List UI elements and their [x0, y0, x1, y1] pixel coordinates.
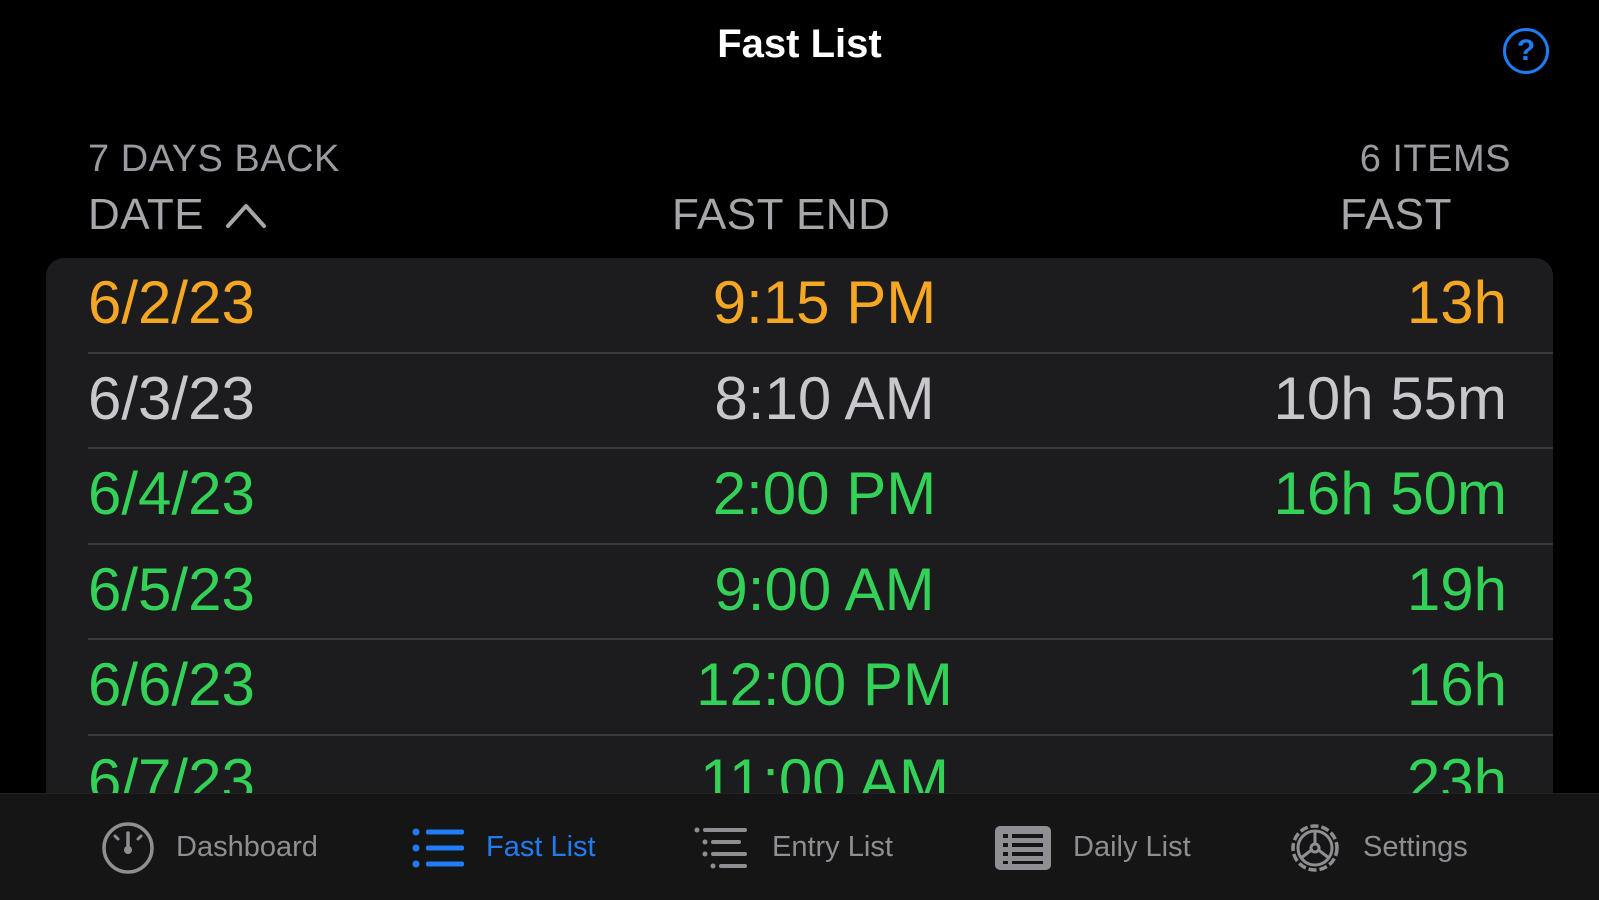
column-header-fast[interactable]: FAST: [1340, 190, 1452, 240]
tab-dashboard[interactable]: Dashboard: [100, 794, 318, 900]
row-fast-end: 11:00 AM: [699, 746, 950, 799]
row-fast-duration: 19h: [1406, 555, 1507, 623]
document-list-icon: [995, 825, 1051, 870]
tab-entry-list[interactable]: Entry List: [690, 794, 893, 900]
help-button[interactable]: ?: [1503, 28, 1549, 74]
tab-fast-list[interactable]: Fast List: [410, 794, 596, 900]
tab-daily-list[interactable]: Daily List: [993, 794, 1191, 900]
list-item[interactable]: 6/5/23 9:00 AM 19h: [46, 545, 1553, 641]
row-fast-duration: 16h 50m: [1273, 460, 1508, 527]
list-item[interactable]: 6/4/23 2:00 PM 16h 50m: [46, 449, 1553, 545]
question-mark-circle-icon: ?: [1516, 34, 1536, 67]
row-fast-end: 9:00 AM: [714, 555, 935, 623]
row-fast-duration: 13h: [1406, 269, 1507, 336]
column-header-date-label: DATE: [88, 190, 205, 239]
row-fast-end: 12:00 PM: [696, 651, 953, 718]
item-count: 6 ITEMS: [1359, 138, 1511, 180]
list-item[interactable]: 6/6/23 12:00 PM 16h: [46, 640, 1553, 736]
column-header-fast-end[interactable]: FAST END: [672, 190, 890, 240]
list-bullet-icon: [412, 828, 464, 867]
list-item[interactable]: 6/2/23 9:15 PM 13h: [46, 258, 1553, 354]
range-label: 7 DAYS BACK: [88, 138, 340, 180]
tab-bar: Dashboard Fast List Entry List Daily Lis…: [0, 793, 1599, 900]
gauge-icon: [102, 821, 154, 874]
list-indent-icon: [694, 827, 747, 868]
tab-label: Fast List: [486, 831, 596, 863]
list-item[interactable]: 6/3/23 8:10 AM 10h 55m: [46, 354, 1553, 450]
column-header-date[interactable]: DATE: [88, 190, 268, 240]
row-fast-duration: 23h: [1406, 746, 1507, 799]
tab-label: Entry List: [772, 831, 893, 863]
tab-settings[interactable]: Settings: [1287, 794, 1468, 900]
row-fast-duration: 16h: [1406, 651, 1507, 718]
tab-label: Settings: [1363, 831, 1468, 863]
tab-label: Dashboard: [176, 831, 318, 863]
fast-list: 6/2/23 9:15 PM 13h 6/3/23 8:10 AM 10h 55…: [46, 258, 1553, 798]
list-item[interactable]: 6/7/23 11:00 AM 23h: [46, 736, 1553, 799]
tab-label: Daily List: [1073, 831, 1191, 863]
app-screen: Fast List ? 7 DAYS BACK 6 ITEMS DATE FAS…: [0, 0, 1599, 900]
row-fast-duration: 10h 55m: [1273, 364, 1508, 432]
page-title: Fast List: [717, 22, 882, 66]
row-fast-end: 9:15 PM: [712, 269, 937, 336]
gear-icon: [1291, 823, 1339, 872]
chevron-up-icon: [226, 204, 267, 228]
